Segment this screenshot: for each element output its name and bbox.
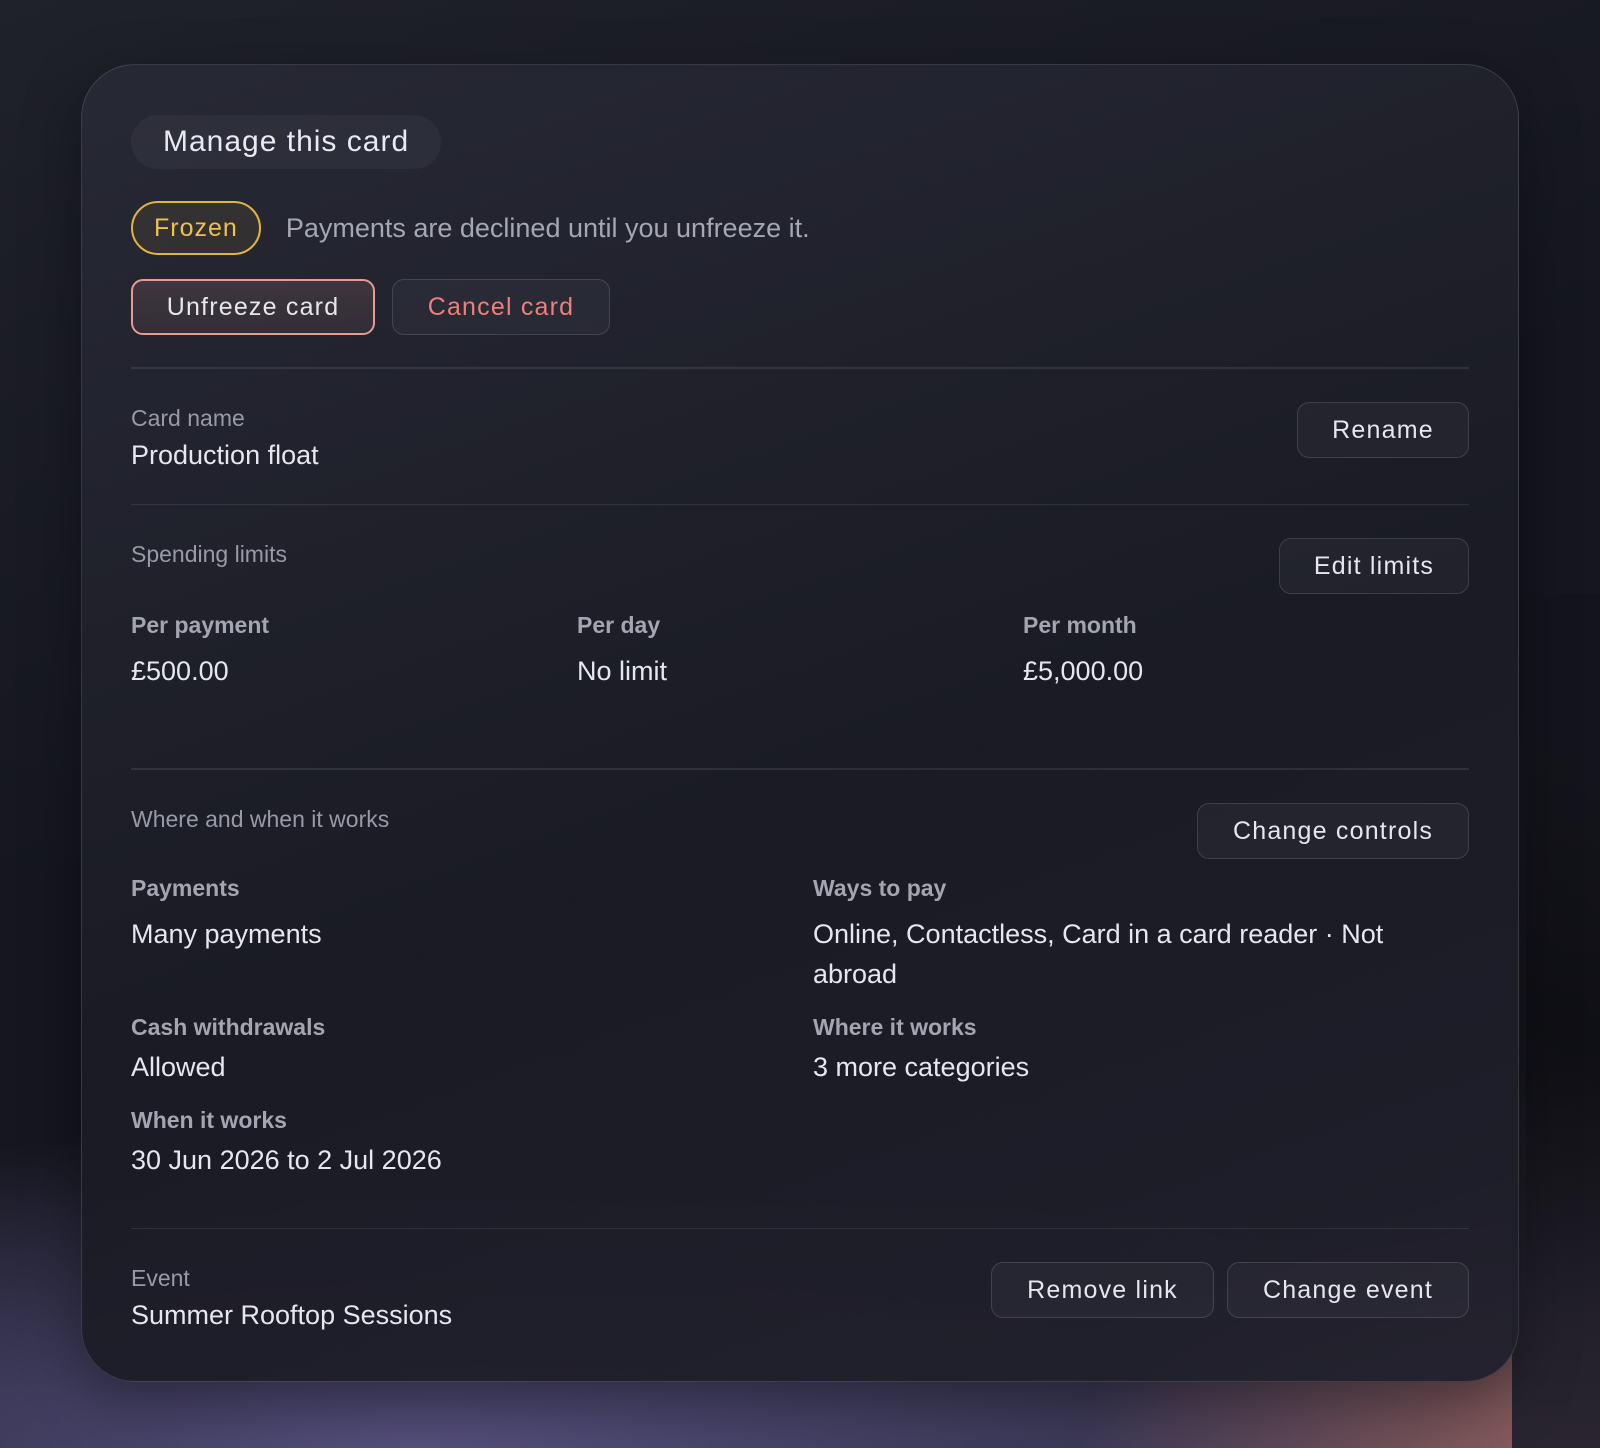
panel-title: Manage this card (131, 115, 442, 169)
control-label: Cash withdrawals (131, 1013, 326, 1040)
control-value: 3 more categories (813, 1051, 1030, 1082)
remove-link-button[interactable]: Remove link (991, 1262, 1214, 1318)
control-when-it-works: When it works 30 Jun 2026 to 2 Jul 2026 (131, 1107, 813, 1180)
control-ways-to-pay: Ways to pay Online, Contactless, Card in… (813, 875, 1471, 994)
rename-button[interactable]: Rename (1297, 401, 1469, 458)
limit-value: £500.00 (131, 656, 229, 686)
change-event-button[interactable]: Change event (1227, 1262, 1469, 1318)
edit-limits-button[interactable]: Edit limits (1279, 538, 1469, 594)
control-label: When it works (131, 1106, 287, 1133)
change-controls-button[interactable]: Change controls (1197, 802, 1469, 859)
control-value: Many payments (131, 918, 322, 949)
control-cash-withdrawals: Cash withdrawals Allowed (131, 1014, 813, 1087)
control-label: Ways to pay (813, 874, 947, 901)
limit-per-payment: Per payment £500.00 (131, 612, 577, 691)
card-name-label: Card name (131, 404, 245, 431)
control-where-it-works: Where it works 3 more categories (813, 1014, 1471, 1087)
limit-label: Per day (577, 612, 661, 638)
card-actions: Unfreeze card Cancel card (131, 279, 1469, 335)
card-name-section: Card name Production float Rename (131, 369, 1469, 504)
controls-section: Where and when it works Change controls … (131, 770, 1469, 1228)
control-label: Where it works (813, 1013, 977, 1040)
cancel-card-button[interactable]: Cancel card (392, 279, 610, 335)
unfreeze-card-button[interactable]: Unfreeze card (131, 279, 375, 335)
frozen-status-badge: Frozen (131, 201, 261, 255)
control-value: 30 Jun 2026 to 2 Jul 2026 (131, 1144, 442, 1175)
limit-per-month: Per month £5,000.00 (1023, 612, 1469, 691)
control-label: Payments (131, 874, 240, 901)
controls-grid: Payments Many payments Ways to pay Onlin… (131, 875, 1469, 1200)
limits-list: Per payment £500.00 Per day No limit Per… (131, 612, 1469, 691)
card-name-value: Production float (131, 439, 319, 470)
limit-label: Per month (1023, 612, 1137, 638)
limit-value: £5,000.00 (1023, 656, 1144, 686)
limit-value: No limit (577, 656, 668, 686)
event-section: Event Summer Rooftop Sessions Remove lin… (131, 1229, 1469, 1359)
manage-card-panel: Manage this card Frozen Payments are dec… (81, 64, 1519, 1382)
control-payments: Payments Many payments (131, 875, 813, 994)
control-value: Online, Contactless, Card in a card read… (813, 918, 1384, 989)
background-panel (1512, 594, 1600, 1448)
control-value: Allowed (131, 1051, 226, 1082)
status-description: Payments are declined until you unfreeze… (285, 212, 810, 243)
limit-label: Per payment (131, 612, 270, 638)
spending-limits-section: Spending limits Edit limits Per payment … (131, 505, 1469, 768)
limit-per-day: Per day No limit (577, 612, 1023, 691)
spending-limits-label: Spending limits (131, 541, 287, 567)
card-status-row: Frozen Payments are declined until you u… (131, 201, 1469, 255)
